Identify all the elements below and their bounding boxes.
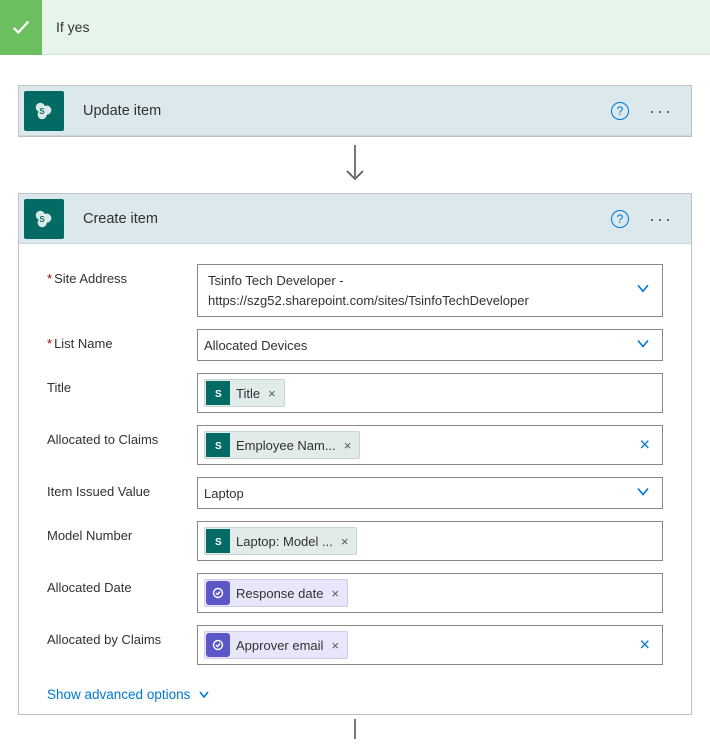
allocated-to-input[interactable]: S Employee Nam... × × [197,425,663,465]
help-icon[interactable]: ? [611,102,629,120]
condition-header: If yes [0,0,710,55]
clear-field-icon[interactable]: × [639,635,650,656]
connector-line-icon [18,715,692,739]
create-item-title: Create item [83,211,611,227]
site-address-line1: Tsinfo Tech Developer - [208,271,626,291]
clear-field-icon[interactable]: × [639,435,650,456]
checkmark-icon [0,0,42,55]
site-address-input[interactable]: Tsinfo Tech Developer - https://szg52.sh… [197,264,663,317]
field-row-model-number: Model Number S Laptop: Model ... × [47,521,663,561]
sharepoint-icon: S [206,433,230,457]
update-item-card: S Update item ? ··· [18,85,692,137]
chevron-down-icon[interactable] [636,337,650,354]
svg-text:S: S [39,106,45,115]
connector-arrow-icon [18,137,692,193]
chevron-down-icon[interactable] [636,485,650,502]
approval-icon [206,581,230,605]
sharepoint-icon: S [24,91,64,131]
model-number-token[interactable]: S Laptop: Model ... × [204,527,357,555]
allocated-by-label: Allocated by Claims [47,625,197,647]
create-item-fields: Site Address Tsinfo Tech Developer - htt… [19,244,691,714]
model-number-input[interactable]: S Laptop: Model ... × [197,521,663,561]
field-row-site-address: Site Address Tsinfo Tech Developer - htt… [47,264,663,317]
token-remove-icon[interactable]: × [266,386,278,401]
token-text: Title [236,386,266,401]
condition-title: If yes [42,19,89,35]
list-name-label: List Name [47,329,197,351]
allocated-date-label: Allocated Date [47,573,197,595]
svg-text:S: S [215,537,222,548]
approval-icon [206,633,230,657]
site-address-label: Site Address [47,264,197,286]
more-icon[interactable]: ··· [649,102,673,120]
field-row-allocated-date: Allocated Date Response date × [47,573,663,613]
item-issued-label: Item Issued Value [47,477,197,499]
token-text: Laptop: Model ... [236,534,339,549]
content-area: S Update item ? ··· S Create item ? ··· [0,55,710,749]
item-issued-value: Laptop [204,486,656,501]
sharepoint-icon: S [24,199,64,239]
chevron-down-icon [198,689,210,701]
more-icon[interactable]: ··· [649,210,673,228]
field-row-list-name: List Name Allocated Devices [47,329,663,361]
list-name-value: Allocated Devices [204,338,656,353]
site-address-line2: https://szg52.sharepoint.com/sites/Tsinf… [208,291,626,311]
title-input[interactable]: S Title × [197,373,663,413]
field-row-allocated-to: Allocated to Claims S Employee Nam... × … [47,425,663,465]
token-remove-icon[interactable]: × [342,438,354,453]
field-row-item-issued: Item Issued Value Laptop [47,477,663,509]
advanced-link-text: Show advanced options [47,687,190,702]
sharepoint-icon: S [206,529,230,553]
create-item-card: S Create item ? ··· Site Address Tsinfo … [18,193,692,715]
model-number-label: Model Number [47,521,197,543]
allocated-by-input[interactable]: Approver email × × [197,625,663,665]
svg-text:S: S [215,441,222,452]
allocated-to-token[interactable]: S Employee Nam... × [204,431,360,459]
field-row-allocated-by: Allocated by Claims Approver email × × [47,625,663,665]
token-remove-icon[interactable]: × [339,534,351,549]
create-item-header[interactable]: S Create item ? ··· [19,194,691,244]
svg-text:S: S [39,214,45,223]
title-token[interactable]: S Title × [204,379,285,407]
title-label: Title [47,373,197,395]
show-advanced-link[interactable]: Show advanced options [47,677,210,702]
token-text: Approver email [236,638,329,653]
allocated-by-token[interactable]: Approver email × [204,631,348,659]
allocated-date-token[interactable]: Response date × [204,579,348,607]
help-icon[interactable]: ? [611,210,629,228]
allocated-date-input[interactable]: Response date × [197,573,663,613]
svg-text:S: S [215,389,222,400]
token-text: Response date [236,586,329,601]
update-item-title: Update item [83,103,611,119]
allocated-to-label: Allocated to Claims [47,425,197,447]
token-remove-icon[interactable]: × [329,638,341,653]
token-remove-icon[interactable]: × [329,586,341,601]
chevron-down-icon[interactable] [636,281,650,301]
token-text: Employee Nam... [236,438,342,453]
update-item-header[interactable]: S Update item ? ··· [19,86,691,136]
sharepoint-icon: S [206,381,230,405]
list-name-input[interactable]: Allocated Devices [197,329,663,361]
field-row-title: Title S Title × [47,373,663,413]
item-issued-input[interactable]: Laptop [197,477,663,509]
